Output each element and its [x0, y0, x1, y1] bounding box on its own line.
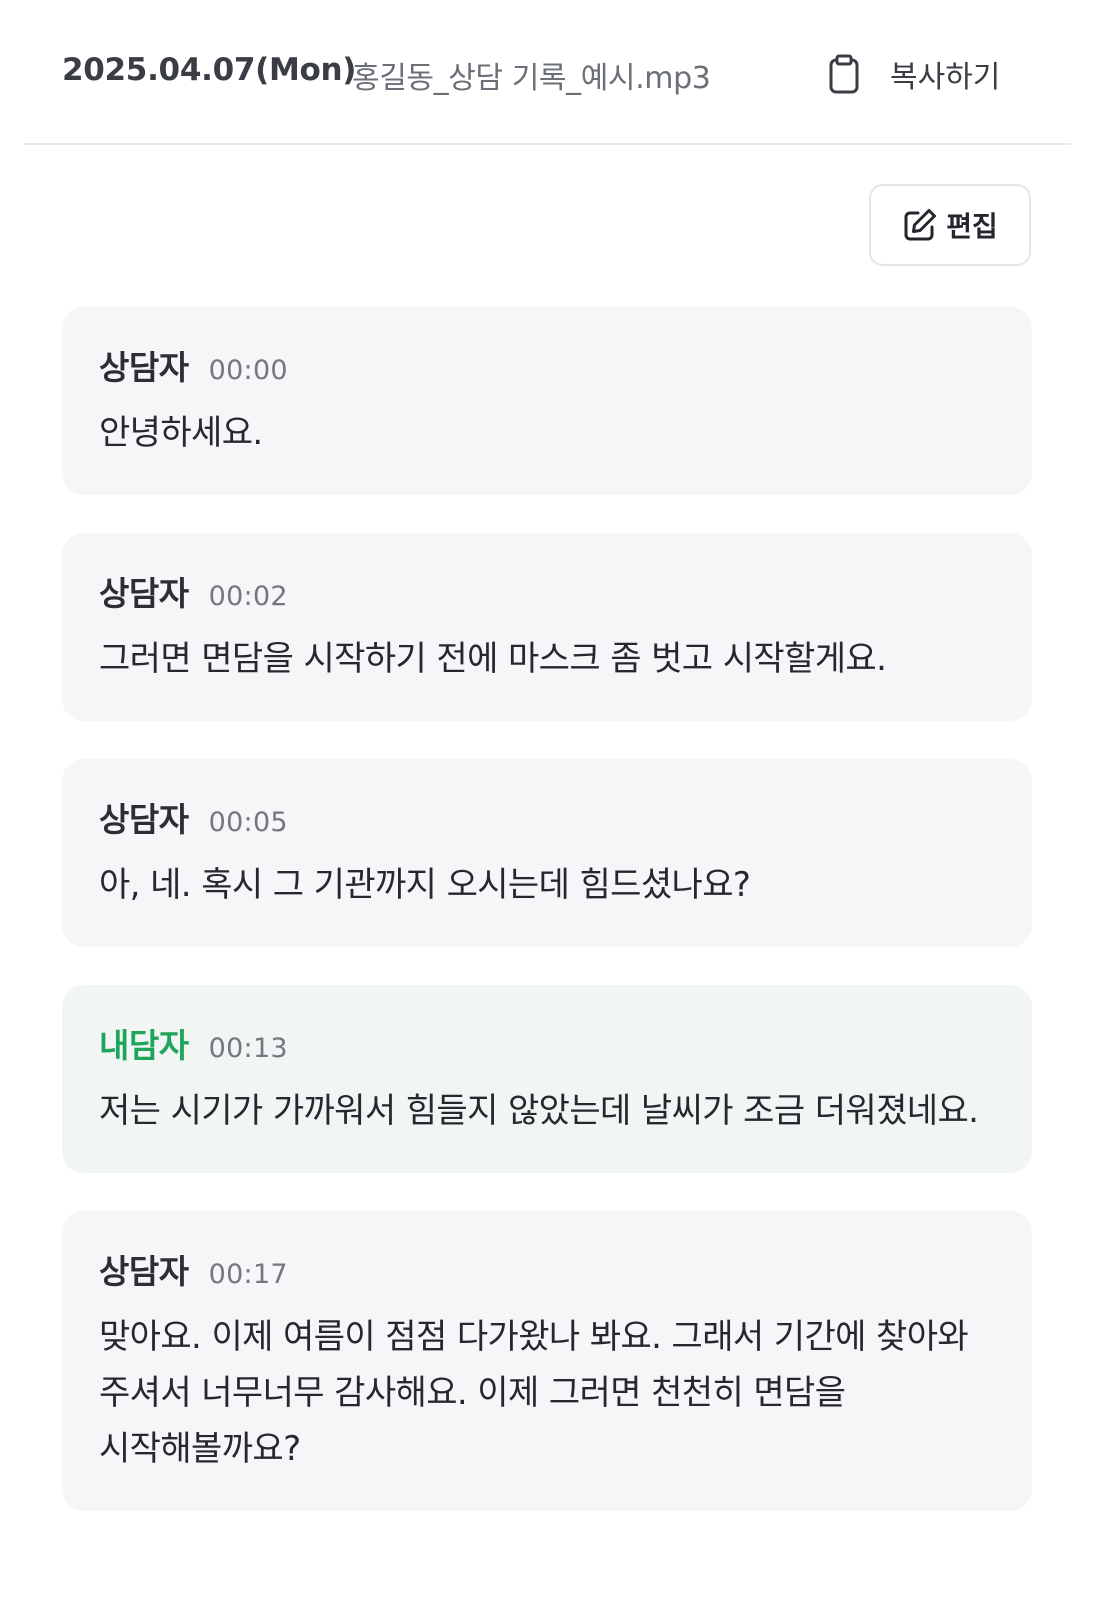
message-header: 상담자 00:00	[99, 341, 996, 387]
message-text: 저는 시기가 가까워서 힘들지 않았는데 날씨가 조금 더워졌네요.	[99, 1091, 979, 1131]
transcript-message[interactable]: 상담자 00:02 그러면 면담을 시작하기 전에 마스크 좀 벗고 시작할게요…	[62, 533, 1032, 721]
message-header: 상담자 00:05	[99, 793, 996, 839]
copy-button-label: 복사하기	[890, 60, 1001, 95]
copy-button[interactable]: 복사하기	[826, 46, 1026, 102]
timestamp[interactable]: 00:00	[209, 355, 288, 386]
timestamp[interactable]: 00:02	[209, 581, 288, 612]
speaker-label: 내담자	[99, 1026, 189, 1065]
speaker-label: 상담자	[99, 800, 189, 839]
transcript-message-client[interactable]: 내담자 00:13 저는 시기가 가까워서 힘들지 않았는데 날씨가 조금 더워…	[62, 985, 1032, 1173]
transcript-message[interactable]: 상담자 00:00 안녕하세요.	[62, 307, 1032, 495]
transcript-page: 2025.04.07(Mon) 홍길동_상담 기록_예시.mp3 복사하기 편집	[0, 0, 1119, 1605]
transcript-header: 2025.04.07(Mon) 홍길동_상담 기록_예시.mp3 복사하기	[0, 0, 1119, 148]
session-date: 2025.04.07(Mon)	[62, 52, 357, 88]
timestamp[interactable]: 00:17	[209, 1259, 288, 1290]
message-text: 그러면 면담을 시작하기 전에 마스크 좀 벗고 시작할게요.	[99, 639, 887, 679]
edit-button[interactable]: 편집	[869, 184, 1031, 266]
transcript-message[interactable]: 상담자 00:17 맞아요. 이제 여름이 점점 다가왔나 봐요. 그래서 기간…	[62, 1211, 1032, 1511]
speaker-label: 상담자	[99, 348, 189, 387]
header-divider	[24, 143, 1071, 145]
message-text: 맞아요. 이제 여름이 점점 다가왔나 봐요. 그래서 기간에 찾아와 주셔서 …	[99, 1317, 969, 1469]
speaker-label: 상담자	[99, 1252, 189, 1291]
audio-file-name: 홍길동_상담 기록_예시.mp3	[352, 61, 711, 96]
message-text: 안녕하세요.	[99, 413, 263, 453]
clipboard-icon	[826, 54, 862, 94]
message-header: 내담자 00:13	[99, 1019, 996, 1065]
message-header: 상담자 00:02	[99, 567, 996, 613]
speaker-label: 상담자	[99, 574, 189, 613]
transcript-list: 상담자 00:00 안녕하세요. 상담자 00:02 그러면 면담을 시작하기 …	[62, 307, 1032, 1549]
edit-icon	[902, 207, 938, 243]
transcript-message[interactable]: 상담자 00:05 아, 네. 혹시 그 기관까지 오시는데 힘드셨나요?	[62, 759, 1032, 947]
message-header: 상담자 00:17	[99, 1245, 996, 1291]
timestamp[interactable]: 00:13	[209, 1033, 288, 1064]
message-text: 아, 네. 혹시 그 기관까지 오시는데 힘드셨나요?	[99, 865, 751, 905]
timestamp[interactable]: 00:05	[209, 807, 288, 838]
edit-button-label: 편집	[946, 210, 998, 243]
